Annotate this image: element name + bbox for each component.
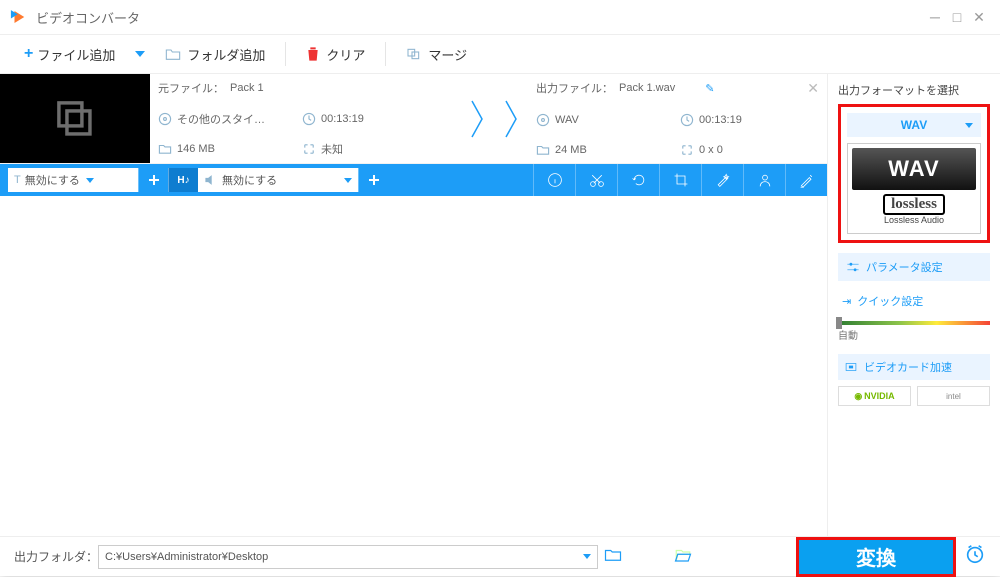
item-action-bar: T 無効にする H♪ 無効にする [0, 164, 827, 196]
clock-icon [680, 113, 694, 127]
dst-file-label: 出力ファイル： [536, 80, 613, 96]
effects-button[interactable] [701, 164, 743, 196]
main-toolbar: + ファイル追加 フォルダ追加 クリア マージ [0, 34, 1000, 74]
parameter-settings-button[interactable]: パラメータ設定 [838, 253, 990, 281]
clear-button[interactable]: クリア [292, 35, 379, 73]
trash-icon [306, 46, 320, 62]
arrow-right-icon [504, 99, 518, 139]
chevron-down-icon [965, 123, 973, 128]
disc-icon [158, 112, 172, 126]
dst-file-name: Pack 1.wav [619, 82, 675, 94]
footer-bar: 出力フォルダ： C:¥Users¥Administrator¥Desktop 変… [0, 536, 1000, 576]
add-audio-button[interactable] [358, 168, 388, 192]
merge-button[interactable]: マージ [392, 35, 481, 73]
slider-label: 自動 [838, 327, 990, 342]
src-duration: 00:13:19 [321, 113, 364, 125]
merge-label: マージ [428, 45, 467, 64]
add-file-dropdown-caret[interactable] [135, 51, 145, 57]
hd-button[interactable]: H♪ [168, 168, 198, 192]
maximize-button[interactable]: □ [946, 9, 968, 25]
audio-label: 無効にする [222, 172, 277, 188]
subtitle-label: 無効にする [25, 172, 80, 188]
sliders-icon [846, 261, 860, 273]
format-heading: 出力フォーマットを選択 [838, 82, 990, 98]
stack-icon [52, 96, 98, 142]
watermark-button[interactable] [743, 164, 785, 196]
file-list-panel: 元ファイル： Pack 1 その他のスタイ… 00:13:19 146 MB 未知… [0, 74, 828, 536]
quick-label: クイック設定 [857, 293, 923, 309]
folder-icon [165, 47, 181, 61]
format-value: WAV [901, 118, 927, 132]
add-file-button[interactable]: + ファイル追加 [10, 35, 129, 73]
schedule-button[interactable] [964, 543, 986, 570]
folder-small-icon [158, 142, 172, 156]
output-folder-dropdown[interactable]: C:¥Users¥Administrator¥Desktop [98, 545, 598, 569]
window-title: ビデオコンバータ [36, 8, 140, 27]
convert-label: 変換 [856, 542, 896, 571]
chip-icon [844, 361, 858, 373]
gpu-label: ビデオカード加速 [864, 359, 952, 375]
edit-name-icon[interactable]: ✎ [705, 82, 714, 95]
subtitle-dropdown[interactable]: T 無効にする [8, 168, 138, 192]
close-button[interactable]: ✕ [968, 9, 990, 26]
app-logo-icon [10, 8, 28, 26]
disc-icon [536, 113, 550, 127]
dst-duration: 00:13:19 [699, 114, 742, 126]
resolution-icon [680, 143, 694, 157]
open-folder-button[interactable] [668, 547, 698, 566]
resolution-icon [302, 142, 316, 156]
output-format-panel: 出力フォーマットを選択 WAV WAV lossless Lossless Au… [828, 74, 1000, 536]
audio-track-dropdown[interactable]: 無効にする [198, 168, 358, 192]
quality-slider[interactable] [838, 321, 990, 325]
src-file-name: Pack 1 [230, 82, 264, 94]
file-item[interactable]: 元ファイル： Pack 1 その他のスタイ… 00:13:19 146 MB 未知… [0, 74, 827, 164]
edit-all-button[interactable] [785, 164, 827, 196]
add-file-label: ファイル追加 [37, 45, 115, 64]
minimize-button[interactable]: ─ [924, 9, 946, 25]
arrow-right-icon [470, 99, 484, 139]
add-folder-button[interactable]: フォルダ追加 [151, 35, 279, 73]
clock-icon [302, 112, 316, 126]
title-bar: ビデオコンバータ ─ □ ✕ [0, 0, 1000, 34]
trim-button[interactable] [575, 164, 617, 196]
gpu-accel-button[interactable]: ビデオカード加速 [838, 354, 990, 380]
output-folder-label: 出力フォルダ： [14, 548, 98, 565]
info-button[interactable] [533, 164, 575, 196]
dst-res: 0 x 0 [699, 144, 723, 156]
rotate-button[interactable] [617, 164, 659, 196]
output-folder-path: C:¥Users¥Administrator¥Desktop [105, 551, 268, 563]
browse-folder-button[interactable] [598, 548, 628, 565]
merge-icon [406, 47, 422, 61]
thumbnail [0, 74, 150, 163]
src-res: 未知 [321, 141, 343, 157]
plus-icon: + [24, 45, 33, 63]
intel-badge[interactable]: intel [917, 386, 990, 406]
crop-button[interactable] [659, 164, 701, 196]
format-dropdown[interactable]: WAV [847, 113, 981, 137]
add-subtitle-button[interactable] [138, 168, 168, 192]
gpu-brands: ◉NVIDIA intel [838, 386, 990, 406]
param-label: パラメータ設定 [866, 259, 943, 275]
slider-knob[interactable] [836, 317, 842, 329]
lossless-badge: lossless [883, 194, 945, 215]
speaker-icon [204, 174, 218, 186]
format-selector-box: WAV WAV lossless Lossless Audio [838, 104, 990, 243]
remove-item-button[interactable]: ✕ [807, 80, 819, 97]
format-card[interactable]: WAV lossless Lossless Audio [847, 143, 981, 234]
add-folder-label: フォルダ追加 [187, 45, 265, 64]
dst-size: 24 MB [555, 144, 587, 156]
convert-button[interactable]: 変換 [796, 537, 956, 577]
src-style: その他のスタイ… [177, 111, 265, 127]
lossless-sub: Lossless Audio [852, 215, 976, 225]
src-size: 146 MB [177, 143, 215, 155]
folder-small-icon [536, 143, 550, 157]
src-file-label: 元ファイル： [158, 80, 224, 96]
chevron-down-icon [583, 554, 591, 559]
format-card-title: WAV [852, 148, 976, 190]
nvidia-badge[interactable]: ◉NVIDIA [838, 386, 911, 406]
clear-label: クリア [326, 45, 365, 64]
quick-settings-button[interactable]: ⇥ クイック設定 [838, 289, 990, 313]
dst-format: WAV [555, 114, 579, 126]
